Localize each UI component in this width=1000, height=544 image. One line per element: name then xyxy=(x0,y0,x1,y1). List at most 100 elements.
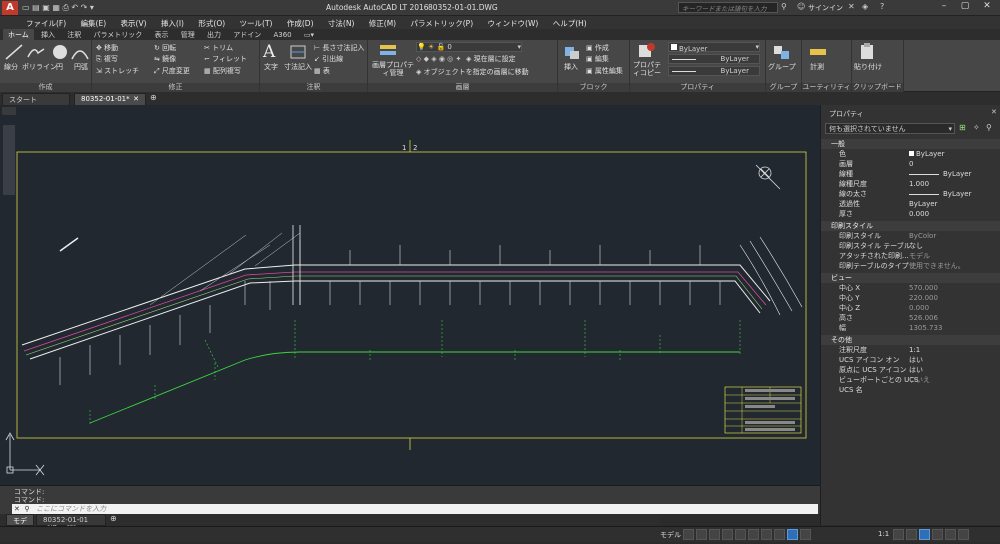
hardware-accel-icon[interactable] xyxy=(932,529,943,540)
mirror-button[interactable]: ⇋ 鏡像 xyxy=(154,54,176,64)
array-button[interactable]: ▦ 配列複写 xyxy=(204,66,241,76)
panel-annotation-label[interactable]: 注釈 xyxy=(260,83,367,92)
section-misc[interactable]: その他 xyxy=(821,335,1000,345)
osnap-icon[interactable] xyxy=(735,529,746,540)
prop-row[interactable]: 印刷テーブルのタイプ 使用できません。 xyxy=(821,261,1000,271)
drawing-canvas[interactable]: 1 2 xyxy=(0,105,820,485)
linear-dim-button[interactable]: ⊢ 長さ寸法記入 xyxy=(314,43,364,53)
match-properties-button[interactable]: プロパティコピー xyxy=(632,61,662,77)
copy-button[interactable]: ⎘ 複写 xyxy=(96,54,118,64)
command-input[interactable]: ✕ ⚲ ここにコマンドを入力 xyxy=(12,504,818,514)
edit-attr-button[interactable]: ▣ 属性編集 xyxy=(586,66,623,76)
section-view[interactable]: ビュー xyxy=(821,273,1000,283)
rotate-button[interactable]: ↻ 回転 xyxy=(154,43,176,53)
edit-block-button[interactable]: ▣ 編集 xyxy=(586,54,609,64)
new-tab-icon[interactable]: ⊕ xyxy=(150,93,157,102)
prop-row[interactable]: 原点に UCS アイコン はい xyxy=(821,365,1000,375)
layer-properties-button[interactable]: 画層プロパティ管理 xyxy=(370,61,416,77)
insert-block-button[interactable]: 挿入 xyxy=(564,62,578,72)
line-icon[interactable] xyxy=(4,43,24,61)
saveas-icon[interactable]: ▦ xyxy=(52,3,60,12)
layer-dropdown[interactable]: 💡 ☀ 🔓 0 ▾ xyxy=(416,42,522,52)
tab-a360[interactable]: A360 xyxy=(268,30,296,40)
stretch-button[interactable]: ⇲ ストレッチ xyxy=(96,66,139,76)
section-plotstyle[interactable]: 印刷スタイル xyxy=(821,221,1000,231)
add-layout-icon[interactable]: ⊕ xyxy=(110,514,117,523)
polyline-button[interactable]: ポリライン xyxy=(22,62,57,72)
color-dropdown[interactable]: ByLayer ▾ xyxy=(668,42,760,53)
circle-icon[interactable] xyxy=(50,43,70,61)
panel-properties-label[interactable]: プロパティ xyxy=(630,83,765,92)
arc-icon[interactable] xyxy=(70,43,90,61)
prop-row[interactable]: UCS アイコン オン はい xyxy=(821,355,1000,365)
measure-icon[interactable] xyxy=(808,43,828,61)
annotation-visibility-icon[interactable] xyxy=(800,529,811,540)
leader-button[interactable]: ↙ 引出線 xyxy=(314,54,343,64)
prop-row[interactable]: 線種 ByLayer xyxy=(821,169,1000,179)
palette-close-icon[interactable]: ✕ xyxy=(991,108,997,116)
panel-draw-label[interactable]: 作成 xyxy=(0,83,91,92)
insert-block-icon[interactable] xyxy=(562,43,582,61)
signin-link[interactable]: サインイン xyxy=(808,3,843,13)
chevron-down-icon[interactable]: ▾ xyxy=(90,3,94,12)
polar-icon[interactable] xyxy=(722,529,733,540)
prop-row[interactable]: 厚さ 0.000 xyxy=(821,209,1000,219)
customize-icon[interactable] xyxy=(958,529,969,540)
prop-row[interactable]: 線の太さ ByLayer xyxy=(821,189,1000,199)
prop-row[interactable]: 印刷スタイル テーブル なし xyxy=(821,241,1000,251)
plot-icon[interactable]: ⎙ xyxy=(62,3,68,12)
user-icon[interactable]: ☺ xyxy=(797,2,805,11)
lineweight-icon[interactable] xyxy=(761,529,772,540)
quick-select-icon[interactable]: ⚲ xyxy=(986,123,992,132)
select-objects-icon[interactable]: ✧ xyxy=(973,123,980,132)
grid-icon[interactable] xyxy=(683,529,694,540)
text-button[interactable]: 文字 xyxy=(264,62,278,72)
prop-row[interactable]: UCS 名 xyxy=(821,385,1000,395)
scale-button[interactable]: ⤢ 尺度変更 xyxy=(154,66,190,76)
create-block-button[interactable]: ▣ 作成 xyxy=(586,43,609,53)
table-button[interactable]: ▦ 表 xyxy=(314,66,330,76)
prop-row[interactable]: 画層 0 xyxy=(821,159,1000,169)
paste-button[interactable]: 貼り付け xyxy=(854,62,882,72)
dimension-button[interactable]: 寸法記入 xyxy=(284,62,312,72)
maximize-button[interactable]: ▢ xyxy=(955,1,975,14)
otrack-icon[interactable] xyxy=(748,529,759,540)
panel-modify-label[interactable]: 修正 xyxy=(92,83,259,92)
panel-groups-label[interactable]: グループ xyxy=(766,83,801,92)
prop-row[interactable]: 色 ByLayer xyxy=(821,149,1000,159)
save-icon[interactable]: ▣ xyxy=(42,3,50,12)
plus-icon[interactable] xyxy=(906,529,917,540)
undo-icon[interactable]: ↶ xyxy=(71,3,78,12)
panel-layers-label[interactable]: 画層 xyxy=(368,83,557,92)
a360-icon[interactable]: ◈ xyxy=(862,2,868,11)
prop-row[interactable]: 印刷スタイル ByColor xyxy=(821,231,1000,241)
panel-clipboard-label[interactable]: クリップボード xyxy=(852,83,903,92)
gear-icon[interactable] xyxy=(893,529,904,540)
prop-row[interactable]: 高さ 526.006 xyxy=(821,313,1000,323)
measure-button[interactable]: 計測 xyxy=(810,62,824,72)
polyline-icon[interactable] xyxy=(26,43,46,61)
arc-button[interactable]: 円弧 xyxy=(74,62,88,72)
ribbon-toggle-icon[interactable]: ▭▾ xyxy=(299,30,319,40)
close-button[interactable]: ✕ xyxy=(976,1,998,14)
panel-block-label[interactable]: ブロック xyxy=(558,83,629,92)
lineweight-dropdown[interactable]: ByLayer xyxy=(668,66,760,76)
match-properties-icon[interactable] xyxy=(636,42,656,60)
snap-icon[interactable] xyxy=(696,529,707,540)
move-button[interactable]: ✥ 移動 xyxy=(96,43,118,53)
close-icon[interactable]: ✕ xyxy=(133,95,139,103)
trim-button[interactable]: ✂ トリム xyxy=(204,43,233,53)
prop-row[interactable]: 中心 Y 220.000 xyxy=(821,293,1000,303)
prop-row[interactable]: 幅 1305.733 xyxy=(821,323,1000,333)
exchange-icon[interactable]: ✕ xyxy=(848,2,855,11)
prop-row[interactable]: アタッチされた印刷... モデル xyxy=(821,251,1000,261)
selection-dropdown[interactable]: 何も選択されていません ▾ xyxy=(825,123,955,134)
tab-start[interactable]: スタート xyxy=(2,93,70,105)
prop-row[interactable]: ビューポートごとの UCS いいえ xyxy=(821,375,1000,385)
prop-row[interactable]: 透過性 ByLayer xyxy=(821,199,1000,209)
selection-cycling-icon[interactable] xyxy=(787,529,798,540)
search-input[interactable]: キーワードまたは語句を入力 xyxy=(678,2,778,13)
toggle-pickadd-icon[interactable]: ⊞ xyxy=(959,123,966,132)
section-general[interactable]: 一般 xyxy=(821,139,1000,149)
group-icon[interactable] xyxy=(772,43,792,61)
